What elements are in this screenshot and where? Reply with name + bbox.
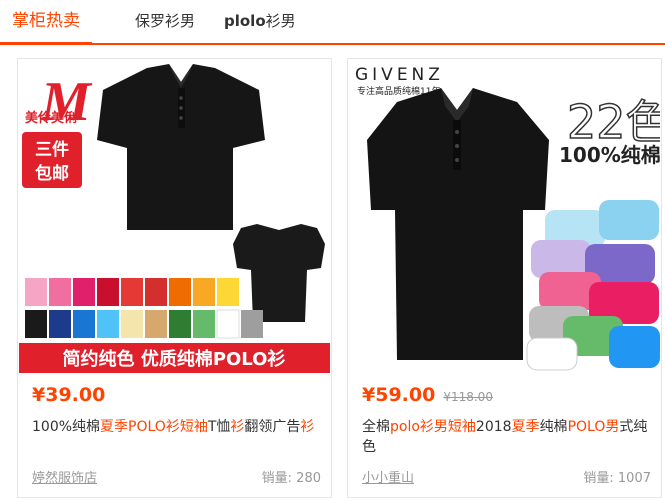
title-text: T恤 <box>207 419 231 435</box>
product-price: ¥39.00 <box>32 384 106 406</box>
title-keyword-highlight: polo <box>390 419 420 435</box>
title-keyword-highlight: 男 <box>605 419 620 435</box>
title-keyword-highlight: 夏季 <box>100 419 129 435</box>
product-photo-polo-black: M 美伶美俐 三件 包邮 简约纯色 优质纯棉POLO衫 <box>19 60 330 373</box>
title-text: 2018 <box>475 419 512 435</box>
svg-text:三件: 三件 <box>35 139 69 160</box>
title-text: 翻领广告 <box>244 419 301 435</box>
svg-text:包邮: 包邮 <box>35 163 69 184</box>
shop-name-link[interactable]: 小小重山 <box>362 467 414 486</box>
tab-plolo-rest: 衫男 <box>265 12 296 30</box>
product-price: ¥59.00 ¥118.00 <box>362 384 493 406</box>
colors-count-text: 22色 <box>567 95 660 149</box>
tab-polo-men[interactable]: 保罗衫男 <box>135 0 195 43</box>
title-text: 纯棉 <box>539 419 568 435</box>
title-keyword-highlight: 夏季 <box>511 419 540 435</box>
title-keyword-highlight: 衫 <box>230 419 245 435</box>
title-keyword-highlight: 男 <box>433 419 448 435</box>
title-keyword-highlight: 衫 <box>300 419 315 435</box>
sales-count: 销量: 1007 <box>583 471 651 486</box>
brand-givenz: GIVENZ <box>355 65 444 85</box>
tab-plolo-men[interactable]: plolo衫男 <box>224 0 296 43</box>
tab-hot-sellers[interactable]: 掌柜热卖 <box>0 0 92 45</box>
product-card-1[interactable]: M 美伶美俐 三件 包邮 简约纯色 优质纯棉POLO衫 ¥39.00 100%纯… <box>17 58 332 498</box>
brand-name-text: 美伶美俐 <box>25 110 77 125</box>
product-image-1[interactable]: M 美伶美俐 三件 包邮 简约纯色 优质纯棉POLO衫 <box>19 60 330 373</box>
title-keyword-highlight: 短袖 <box>447 419 476 435</box>
title-text: 全棉 <box>362 419 390 435</box>
title-keyword-highlight: 衫 <box>419 419 434 435</box>
product-photo-polo-colors: GIVENZ 专注高品质纯棉11年 22色 100%纯棉 <box>349 60 660 373</box>
title-text: 100%纯棉 <box>32 419 101 435</box>
product-title[interactable]: 100%纯棉夏季POLO衫短袖T恤衫翻领广告衫 <box>32 417 322 437</box>
product-image-2[interactable]: GIVENZ 专注高品质纯棉11年 22色 100%纯棉 <box>349 60 660 373</box>
title-keyword-highlight: 衫 <box>165 419 180 435</box>
title-keyword-highlight: POLO <box>567 419 606 435</box>
original-price: ¥118.00 <box>443 390 493 404</box>
promo-banner-text: 简约纯色 优质纯棉POLO衫 <box>63 348 286 370</box>
cotton-text: 100%纯棉 <box>559 143 660 167</box>
tab-plolo-bold: plolo <box>224 12 266 30</box>
sales-count: 销量: 280 <box>261 471 321 486</box>
product-title[interactable]: 全棉polo衫男短袖2018夏季纯棉POLO男式纯色 <box>362 417 652 457</box>
title-keyword-highlight: 短袖 <box>179 419 208 435</box>
title-keyword-highlight: POLO <box>128 419 166 435</box>
product-card-2[interactable]: GIVENZ 专注高品质纯棉11年 22色 100%纯棉 ¥59.00 ¥118.… <box>347 58 662 498</box>
category-tab-bar: 掌柜热卖 保罗衫男 plolo衫男 <box>0 0 665 45</box>
current-price: ¥59.00 <box>362 384 436 406</box>
shop-name-link[interactable]: 婷然服饰店 <box>32 467 97 486</box>
